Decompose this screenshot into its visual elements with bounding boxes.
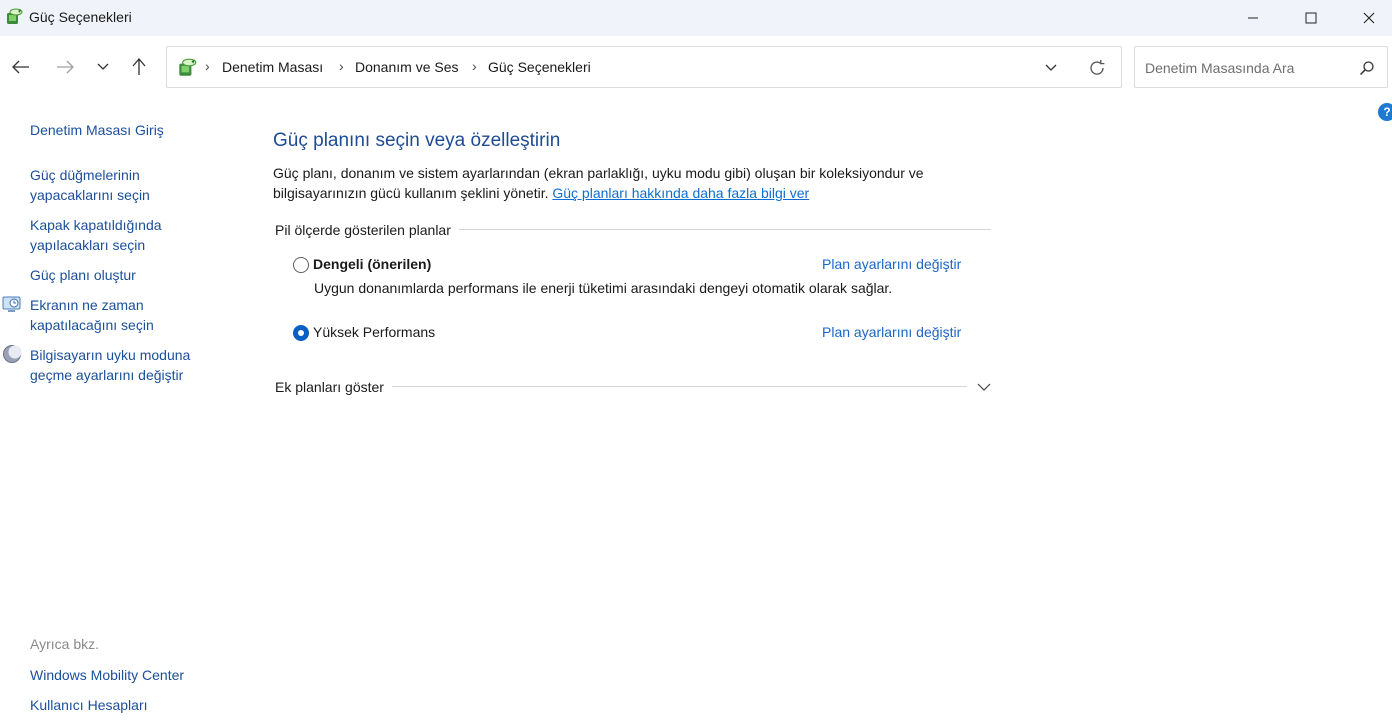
sidebar-link-user-accounts[interactable]: Kullanıcı Hesapları: [30, 695, 148, 715]
recent-locations-button[interactable]: [89, 53, 117, 81]
section-label-battery-plans: Pil ölçerde gösterilen planlar: [275, 222, 459, 238]
breadcrumb-separator: ›: [472, 58, 477, 74]
help-icon[interactable]: ?: [1378, 103, 1392, 121]
display-timer-icon: [2, 296, 21, 312]
close-button[interactable]: [1346, 0, 1392, 36]
refresh-button[interactable]: [1085, 56, 1109, 80]
sidebar-link-power-buttons[interactable]: Güç düğmelerinin yapacaklarını seçin: [30, 165, 190, 205]
plan-name-balanced[interactable]: Dengeli (önerilen): [313, 256, 431, 272]
chevron-down-icon: [97, 63, 109, 70]
learn-more-link[interactable]: Güç planları hakkında daha fazla bilgi v…: [552, 185, 809, 201]
power-options-icon: [7, 8, 23, 24]
chevron-down-icon: [977, 383, 991, 391]
breadcrumb-separator: ›: [205, 58, 210, 74]
plan-settings-link-high-performance[interactable]: Plan ayarlarını değiştir: [822, 324, 961, 340]
maximize-icon: [1305, 12, 1317, 24]
back-button[interactable]: [7, 53, 35, 81]
refresh-icon: [1090, 60, 1105, 75]
arrow-up-icon: [132, 58, 146, 75]
show-more-plans-toggle[interactable]: Ek planları göster: [275, 379, 392, 395]
plan-name-high-performance[interactable]: Yüksek Performans: [313, 324, 435, 340]
sidebar-link-create-plan[interactable]: Güç planı oluştur: [30, 265, 136, 285]
close-icon: [1363, 12, 1375, 24]
plan-radio-balanced[interactable]: [293, 257, 309, 273]
up-button[interactable]: [125, 53, 153, 81]
window-title: Güç Seçenekleri: [29, 9, 132, 25]
sidebar-link-sleep-settings[interactable]: Bilgisayarın uyku moduna geçme ayarların…: [30, 345, 220, 385]
minimize-button[interactable]: [1230, 0, 1276, 36]
plan-settings-link-balanced[interactable]: Plan ayarlarını değiştir: [822, 256, 961, 272]
forward-button[interactable]: [51, 53, 79, 81]
sidebar-link-display-off[interactable]: Ekranın ne zaman kapatılacağını seçin: [30, 295, 180, 335]
arrow-right-icon: [57, 60, 74, 74]
page-description: Güç planı, donanım ve sistem ayarlarında…: [273, 163, 1013, 203]
address-history-dropdown[interactable]: [1039, 57, 1063, 79]
chevron-down-icon: [1045, 64, 1057, 71]
arrow-left-icon: [12, 60, 29, 74]
sleep-moon-icon: [3, 345, 22, 363]
breadcrumb-item-power-options[interactable]: Güç Seçenekleri: [488, 59, 591, 75]
breadcrumb-separator: ›: [339, 58, 344, 74]
breadcrumb-item-control-panel[interactable]: Denetim Masası: [222, 59, 323, 75]
power-options-icon: [179, 58, 197, 76]
breadcrumb-item-hardware-sound[interactable]: Donanım ve Ses: [355, 59, 459, 75]
navigation-bar: › Denetim Masası › Donanım ve Ses › Güç …: [0, 36, 1392, 98]
page-title: Güç planını seçin veya özelleştirin: [273, 130, 561, 151]
search-box[interactable]: [1134, 46, 1388, 88]
maximize-button[interactable]: [1288, 0, 1334, 36]
search-icon[interactable]: [1357, 58, 1377, 78]
search-input[interactable]: [1145, 57, 1345, 79]
plan-radio-high-performance[interactable]: [293, 325, 309, 341]
sidebar-link-mobility-center[interactable]: Windows Mobility Center: [30, 665, 184, 685]
minimize-icon: [1248, 17, 1258, 19]
address-bar[interactable]: › Denetim Masası › Donanım ve Ses › Güç …: [166, 46, 1122, 88]
plan-description-balanced: Uygun donanımlarda performans ile enerji…: [314, 280, 893, 296]
see-also-label: Ayrıca bkz.: [30, 636, 99, 652]
sidebar-link-lid-close[interactable]: Kapak kapatıldığında yapılacakları seçin: [30, 215, 190, 255]
title-bar: Güç Seçenekleri: [0, 0, 1392, 36]
sidebar-link-control-panel-home[interactable]: Denetim Masası Giriş: [30, 120, 164, 140]
expand-more-plans-button[interactable]: [975, 379, 993, 395]
